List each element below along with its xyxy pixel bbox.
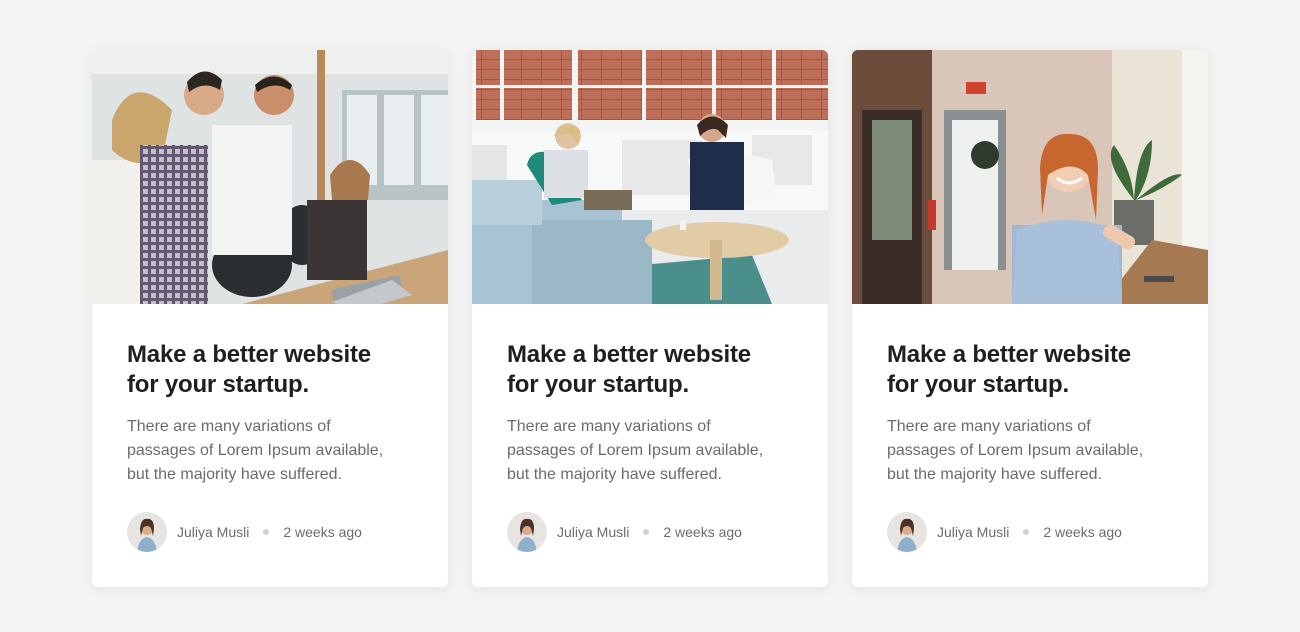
blog-card[interactable]: Make a better website for your startup. … bbox=[472, 50, 828, 587]
card-meta: Juliya Musli 2 weeks ago bbox=[127, 512, 362, 552]
card-title-line: for your startup. bbox=[127, 371, 309, 398]
card-description-line: but the majority have suffered. bbox=[507, 466, 722, 483]
card-title-line: Make a better website bbox=[507, 341, 751, 368]
card-title-line: Make a better website bbox=[887, 341, 1131, 368]
card-description: There are many variations of passages of… bbox=[887, 415, 1173, 487]
card-description-line: There are many variations of bbox=[887, 418, 1091, 435]
author-avatar[interactable] bbox=[507, 512, 547, 552]
separator-dot bbox=[643, 529, 650, 535]
card-title[interactable]: Make a better website for your startup. bbox=[887, 340, 1173, 400]
card-description: There are many variations of passages of… bbox=[507, 415, 793, 487]
blog-card[interactable]: Make a better website for your startup. … bbox=[92, 50, 448, 587]
card-title[interactable]: Make a better website for your startup. bbox=[127, 340, 413, 400]
card-image[interactable] bbox=[852, 50, 1208, 304]
author-name[interactable]: Juliya Musli bbox=[177, 524, 249, 540]
card-title[interactable]: Make a better website for your startup. bbox=[507, 340, 793, 400]
card-image[interactable] bbox=[472, 50, 828, 304]
card-description: There are many variations of passages of… bbox=[127, 415, 413, 487]
separator-dot bbox=[263, 529, 270, 535]
card-description-line: passages of Lorem Ipsum available, bbox=[127, 442, 384, 459]
author-name[interactable]: Juliya Musli bbox=[557, 524, 629, 540]
card-title-line: for your startup. bbox=[887, 371, 1069, 398]
author-avatar[interactable] bbox=[127, 512, 167, 552]
post-time: 2 weeks ago bbox=[663, 524, 742, 540]
card-description-line: passages of Lorem Ipsum available, bbox=[887, 442, 1144, 459]
separator-dot bbox=[1023, 529, 1030, 535]
card-description-line: There are many variations of bbox=[127, 418, 331, 435]
card-meta: Juliya Musli 2 weeks ago bbox=[507, 512, 742, 552]
card-description-line: There are many variations of bbox=[507, 418, 711, 435]
card-description-line: but the majority have suffered. bbox=[887, 466, 1102, 483]
blog-card[interactable]: Make a better website for your startup. … bbox=[852, 50, 1208, 587]
card-title-line: for your startup. bbox=[507, 371, 689, 398]
card-description-line: passages of Lorem Ipsum available, bbox=[507, 442, 764, 459]
post-time: 2 weeks ago bbox=[1043, 524, 1122, 540]
post-time: 2 weeks ago bbox=[283, 524, 362, 540]
author-avatar[interactable] bbox=[887, 512, 927, 552]
card-grid: Make a better website for your startup. … bbox=[92, 50, 1208, 587]
card-meta: Juliya Musli 2 weeks ago bbox=[887, 512, 1122, 552]
card-image[interactable] bbox=[92, 50, 448, 304]
card-description-line: but the majority have suffered. bbox=[127, 466, 342, 483]
author-name[interactable]: Juliya Musli bbox=[937, 524, 1009, 540]
card-title-line: Make a better website bbox=[127, 341, 371, 368]
